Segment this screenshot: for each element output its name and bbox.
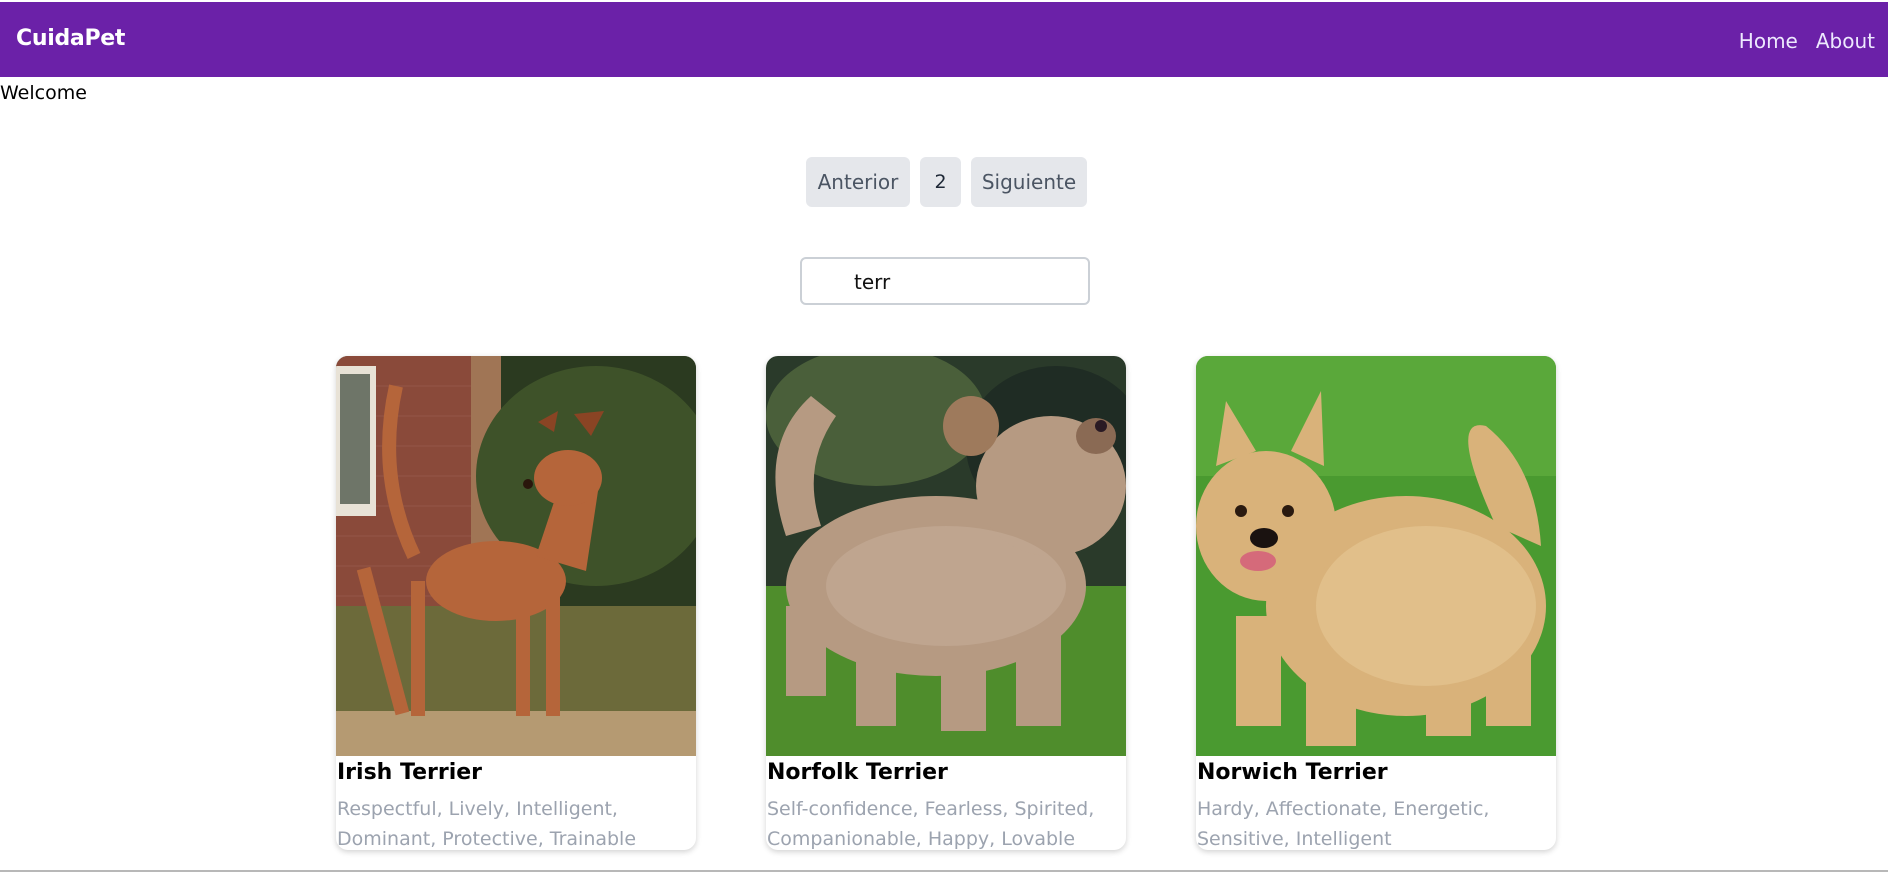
breed-card[interactable]: Norfolk Terrier Self-confidence, Fearles… <box>766 356 1126 850</box>
nav-about-link[interactable]: About <box>1816 29 1875 53</box>
breed-traits: Self-confidence, Fearless, Spirited, Com… <box>767 798 1095 850</box>
nav-links: Home About <box>1739 29 1875 53</box>
breed-traits: Hardy, Affectionate, Energetic, Sensitiv… <box>1197 798 1490 850</box>
search-box <box>800 257 1090 305</box>
breed-name: Norwich Terrier <box>1197 760 1388 785</box>
breed-photo <box>1196 356 1556 756</box>
top-navbar: CuidaPet Home About <box>0 2 1888 77</box>
breed-name: Norfolk Terrier <box>767 760 948 785</box>
breed-name: Irish Terrier <box>337 760 483 785</box>
breed-traits: Respectful, Lively, Intelligent, Dominan… <box>337 798 637 850</box>
breed-photo <box>766 356 1126 756</box>
nav-home-link[interactable]: Home <box>1739 29 1798 53</box>
welcome-text: Welcome <box>0 82 87 104</box>
search-input[interactable] <box>852 259 1086 305</box>
pagination: Anterior 2 Siguiente <box>806 157 1087 207</box>
breed-photo <box>336 356 696 756</box>
brand-logo[interactable]: CuidaPet <box>16 26 125 51</box>
breed-card[interactable]: Norwich Terrier Hardy, Affectionate, Ene… <box>1196 356 1556 850</box>
breed-card[interactable]: Irish Terrier Respectful, Lively, Intell… <box>336 356 696 850</box>
current-page-indicator[interactable]: 2 <box>920 157 961 207</box>
next-page-button[interactable]: Siguiente <box>971 157 1087 207</box>
search-icon <box>817 274 830 287</box>
previous-page-button[interactable]: Anterior <box>806 157 910 207</box>
